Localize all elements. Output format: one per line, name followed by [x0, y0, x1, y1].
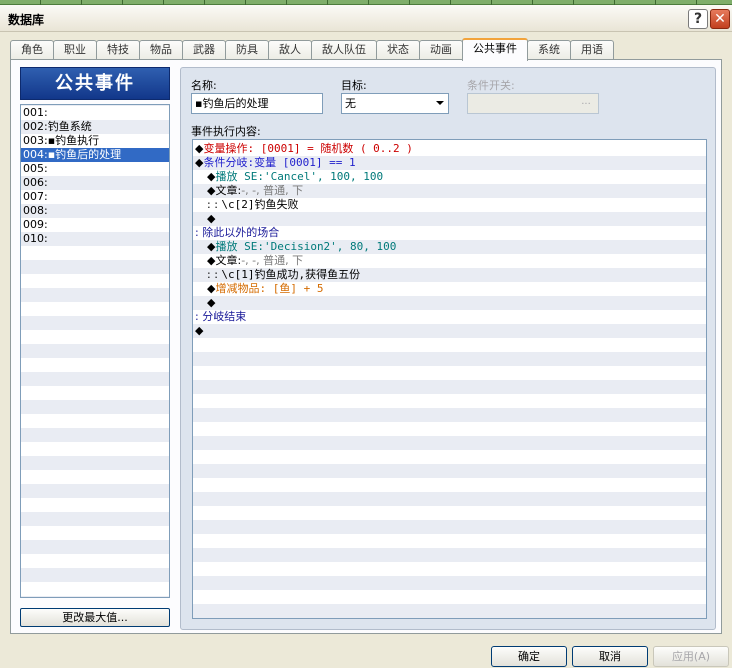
event-list[interactable]: 001: 002:钓鱼系统 003:▪钓鱼执行 004:▪钓鱼后的处理 005: 006:… [20, 104, 170, 598]
command-text: 播放 SE:'Decision2', 80, 100 [215, 240, 397, 253]
trigger-value: 无 [345, 97, 356, 110]
tab-10[interactable]: 动画 [419, 40, 463, 61]
command-line[interactable]: ◆ [193, 324, 706, 338]
tab-6[interactable]: 防具 [225, 40, 269, 61]
tab-2[interactable]: 职业 [53, 40, 97, 61]
change-max-button[interactable]: 更改最大值... [20, 608, 170, 627]
command-line[interactable]: : : \c[1]钓鱼成功,获得鱼五份 [193, 268, 706, 282]
list-item[interactable]: 010: [21, 232, 169, 246]
command-line[interactable]: ◆播放 SE:'Decision2', 80, 100 [193, 240, 706, 254]
command-text: : : [207, 198, 222, 211]
list-item[interactable]: 009: [21, 218, 169, 232]
tab-7[interactable]: 敌人 [268, 40, 312, 61]
command-line[interactable]: : : \c[2]钓鱼失败 [193, 198, 706, 212]
tab-4[interactable]: 物品 [139, 40, 183, 61]
event-details-panel: 名称: ▪钓鱼后的处理 目标: 无 条件开关: ... 事件执行内容: ◆变量操… [180, 67, 716, 630]
list-header: 公共事件 [20, 67, 170, 100]
name-label: 名称: [191, 79, 217, 92]
command-line[interactable]: ◆ [193, 296, 706, 310]
command-text: : 除此以外的场合 [195, 226, 280, 239]
chevron-down-icon [436, 101, 444, 105]
contents-label: 事件执行内容: [191, 125, 261, 138]
command-line[interactable]: ◆变量操作: [0001] = 随机数 ( 0..2 ) [193, 142, 706, 156]
command-text: 文章: [215, 184, 242, 197]
close-button[interactable]: ✕ [710, 9, 730, 29]
list-item[interactable]: 002:钓鱼系统 [21, 120, 169, 134]
command-line[interactable]: ◆增减物品: [鱼] + 5 [193, 282, 706, 296]
apply-button: 应用(A) [653, 646, 729, 667]
trigger-select[interactable]: 无 [341, 93, 449, 114]
command-text: 文章: [215, 254, 242, 267]
command-text: : : [207, 268, 222, 281]
tab-strip: 角色 职业 特技 物品 武器 防具 敌人 敌人队伍 状态 动画 公共事件 系统 用语 [10, 38, 614, 61]
list-item[interactable]: 006: [21, 176, 169, 190]
left-panel: 公共事件 001: 002:钓鱼系统 003:▪钓鱼执行 004:▪钓鱼后的处理 005… [20, 67, 170, 627]
switch-label: 条件开关: [467, 79, 515, 92]
command-line[interactable]: ◆条件分岐:变量 [0001] == 1 [193, 156, 706, 170]
command-text: ◆ [207, 212, 216, 225]
tab-11[interactable]: 公共事件 [462, 38, 528, 61]
help-button[interactable]: ? [688, 9, 708, 29]
list-item[interactable]: 005: [21, 162, 169, 176]
name-field[interactable]: ▪钓鱼后的处理 [191, 93, 323, 114]
event-commands-list[interactable]: ◆变量操作: [0001] = 随机数 ( 0..2 ) ◆条件分岐:变量 [00… [192, 139, 707, 619]
switch-browse-button: ... [575, 95, 597, 112]
command-line[interactable]: ◆文章:-, -, 普通, 下 [193, 184, 706, 198]
command-line[interactable]: : 除此以外的场合 [193, 226, 706, 240]
command-text: ◆ [195, 324, 204, 337]
command-text: : 分岐结束 [195, 310, 247, 323]
tab-page: 公共事件 001: 002:钓鱼系统 003:▪钓鱼执行 004:▪钓鱼后的处理 005… [10, 59, 722, 634]
tab-5[interactable]: 武器 [182, 40, 226, 61]
command-text: 播放 SE:'Cancel', 100, 100 [215, 170, 384, 183]
tab-13[interactable]: 用语 [570, 40, 614, 61]
tab-1[interactable]: 角色 [10, 40, 54, 61]
list-item[interactable]: 007: [21, 190, 169, 204]
command-line[interactable]: ◆ [193, 212, 706, 226]
command-line[interactable]: : 分岐结束 [193, 310, 706, 324]
tab-12[interactable]: 系统 [527, 40, 571, 61]
command-line[interactable]: ◆文章:-, -, 普通, 下 [193, 254, 706, 268]
list-item[interactable]: 001: [21, 106, 169, 120]
tab-9[interactable]: 状态 [376, 40, 420, 61]
command-text: -, -, 普通, 下 [241, 254, 304, 267]
list-item[interactable]: 008: [21, 204, 169, 218]
ok-button[interactable]: 确定 [491, 646, 567, 667]
list-item[interactable]: 003:▪钓鱼执行 [21, 134, 169, 148]
command-text: ◆ [207, 296, 216, 309]
tab-3[interactable]: 特技 [96, 40, 140, 61]
command-text: 变量操作: [0001] = 随机数 ( 0..2 ) [203, 142, 413, 155]
tab-8[interactable]: 敌人队伍 [311, 40, 377, 61]
cancel-button[interactable]: 取消 [572, 646, 648, 667]
command-text: \c[1]钓鱼成功,获得鱼五份 [221, 268, 361, 281]
switch-field: ... [467, 93, 599, 114]
list-item[interactable]: 004:▪钓鱼后的处理 [21, 148, 169, 162]
command-text: \c[2]钓鱼失败 [221, 198, 299, 211]
title-bar[interactable]: 数据库 ? ✕ [0, 5, 732, 32]
command-text: -, -, 普通, 下 [241, 184, 304, 197]
window-title: 数据库 [8, 13, 45, 27]
command-text: 增减物品: [鱼] + 5 [215, 282, 324, 295]
command-text: 条件分岐:变量 [0001] == 1 [203, 156, 356, 169]
command-line[interactable]: ◆播放 SE:'Cancel', 100, 100 [193, 170, 706, 184]
trigger-label: 目标: [341, 79, 367, 92]
